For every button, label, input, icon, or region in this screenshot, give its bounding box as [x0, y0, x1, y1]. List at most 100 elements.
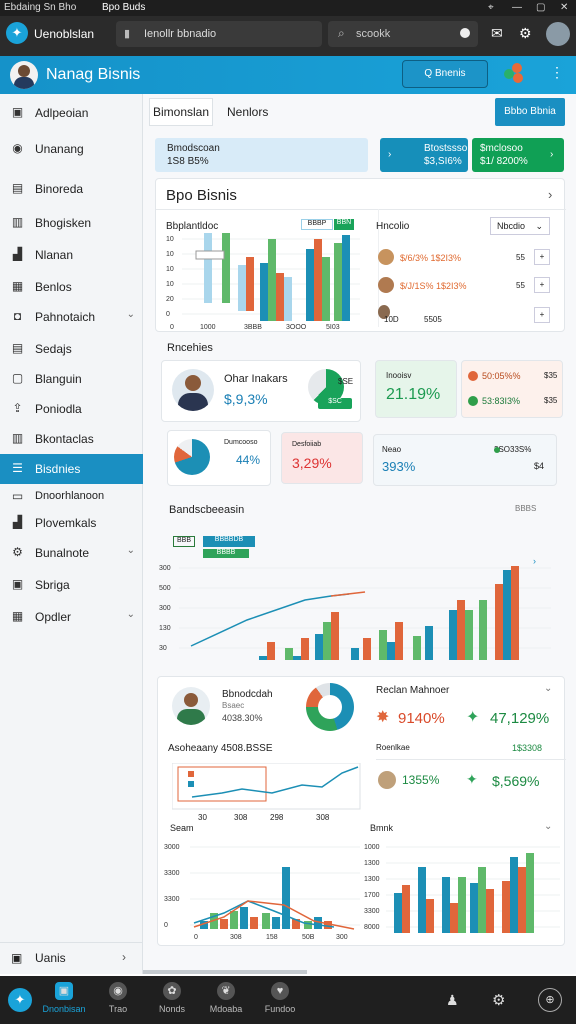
kpi-card-3[interactable]: $mclosoo $1/ 8200% › — [472, 138, 564, 172]
bar — [395, 622, 403, 660]
bar — [276, 273, 284, 321]
taskbar-item[interactable]: ✿ Nonds — [142, 982, 202, 1014]
sidebar-item[interactable]: ▟ Plovemkals — [0, 508, 143, 538]
sidebar-item[interactable]: ▢ Blanguin — [0, 364, 143, 394]
horizontal-scrollbar[interactable] — [143, 970, 307, 974]
bar — [479, 600, 487, 660]
sidebar-item[interactable]: ⚙ Bunalnote ⌄ — [0, 538, 143, 568]
chevron-down-icon: ⌄ — [126, 545, 135, 556]
bar — [426, 899, 434, 933]
sidebar: ▣ Adlpeoian ◉ Unanang ▤ Binoreda ▥ Bhogisken ▟ Nl… — [0, 94, 143, 974]
stat-card-3[interactable]: 50:05%% $35 53:83I3% $35 — [461, 360, 563, 418]
sidebar-item[interactable]: ▤ Sedajs — [0, 334, 143, 364]
stat-card-5[interactable]: Desfoiiab 3,29% — [281, 432, 363, 484]
settings-icon[interactable]: ⚙ — [519, 25, 532, 42]
avatar — [378, 771, 396, 789]
x-tick-label: 158 — [266, 934, 278, 941]
stat-card-2[interactable]: Inooisv 21.19% — [375, 360, 457, 418]
user-avatar[interactable] — [10, 61, 38, 89]
settings-icon[interactable]: ⚙ — [492, 991, 505, 1009]
card-badge: $SE — [338, 377, 354, 386]
sidebar-item[interactable]: ▦ Opdler ⌄ — [0, 602, 143, 632]
sidebar-item[interactable]: ▥ Bkontaclas — [0, 424, 143, 454]
maximize-icon[interactable]: ▢ — [536, 2, 545, 13]
pie-chart — [174, 439, 210, 475]
taskbar-item[interactable]: ♥ Fundoo — [250, 982, 310, 1014]
list-item[interactable]: $/J/1S% 1$2I3% 55 + — [376, 277, 556, 297]
panel-link[interactable]: BBBS — [515, 504, 536, 513]
bar — [418, 867, 426, 933]
avatar[interactable] — [546, 22, 570, 46]
stat-card-4[interactable]: Dumcooso 44% — [167, 430, 271, 486]
add-icon[interactable]: + — [534, 249, 550, 265]
sidebar-item[interactable]: ☰ Bisdnies — [0, 454, 143, 484]
side-title: Hncolio — [376, 221, 410, 232]
tab-nenlors[interactable]: Nenlors — [227, 105, 268, 119]
chevron-down-icon[interactable]: ⌄ — [544, 821, 552, 832]
legend-badge: BBBBDB — [203, 536, 255, 547]
list-icon: ☰ — [12, 461, 23, 475]
minimize-icon[interactable]: — — [512, 2, 522, 13]
sidebar-item[interactable]: ◘ Pahnotaich ⌄ — [0, 302, 143, 332]
right-title: Reclan Mahnoer — [376, 685, 450, 696]
add-icon[interactable]: + — [534, 307, 550, 323]
more-icon[interactable]: ⋮ — [550, 64, 564, 81]
legend-badge: BBB — [173, 536, 195, 547]
person-icon[interactable]: ♟ — [446, 992, 459, 1009]
sidebar-item[interactable]: ▣ Sbriga — [0, 570, 143, 600]
add-icon[interactable]: + — [534, 277, 550, 293]
kpi-card-1[interactable]: Bmodscoan 1S8 B5% — [155, 138, 368, 172]
chevron-down-icon[interactable]: ⌄ — [544, 683, 552, 694]
y-tick-label: 3300 — [164, 870, 180, 877]
sidebar-item[interactable]: ▭ Dnoorhlanoon — [0, 486, 143, 508]
puzzle-icon[interactable] — [504, 63, 526, 85]
close-icon[interactable]: ✕ — [560, 2, 568, 13]
mic-icon[interactable] — [460, 28, 470, 38]
stat-card-6[interactable]: Neao 3SO33S% 393% $4 — [373, 434, 557, 486]
sidebar-footer[interactable]: ▣ Uanis › — [0, 942, 143, 972]
trend-panel: BBB BBBBDB BBBB 300500300130305008308308… — [155, 522, 565, 662]
sidebar-item[interactable]: ◉ Unanang — [0, 134, 143, 164]
legend-swatch — [188, 771, 194, 777]
list-item[interactable]: $/6/3% 1$2I3% 55 + — [376, 249, 556, 269]
period-dropdown[interactable]: Nbcdio ⌄ — [490, 217, 550, 235]
primary-button[interactable]: Bbbo Bbnia — [495, 98, 565, 126]
chevron-right-icon: › — [550, 149, 554, 160]
leaf-icon: ❦ — [217, 982, 235, 1000]
avatar — [378, 249, 394, 265]
stat-card-1[interactable]: Ohar Inakars $,9,3% $SE $SC — [161, 360, 361, 422]
card-value: 21.19% — [386, 386, 441, 403]
app-header: Nanag Bisnis Q Bnenis ⋮ — [0, 56, 576, 94]
sidebar-item[interactable]: ▟ Nlanan — [0, 240, 143, 270]
sidebar-item[interactable]: ⇪ Poniodla — [0, 394, 143, 424]
search-input[interactable]: ⌕ scookk — [328, 21, 478, 47]
taskbar-item[interactable]: ▣ Dnonbisan — [34, 982, 94, 1014]
row-right-value: 1$3308 — [512, 743, 543, 753]
sidebar-item[interactable]: ▥ Bhogisken — [0, 208, 143, 238]
y-tick-label: 300 — [159, 565, 171, 572]
x-tick-label: 3BBB — [244, 324, 262, 329]
apps-icon[interactable]: ⊕ — [538, 988, 562, 1012]
kpi-card-2[interactable]: › Btostssso $3,SI6% — [380, 138, 468, 172]
pin-icon[interactable]: ⌖ — [488, 2, 494, 13]
chevron-right-icon[interactable]: › — [548, 187, 552, 202]
overview-panel: Bpo Bisnis › Bbplantldoc BBBP BBN 10 10 10… — [155, 178, 566, 332]
header-action-button[interactable]: Q Bnenis — [402, 60, 488, 88]
list-item-num: 55 — [516, 281, 525, 290]
tab-bimonslan[interactable]: Bimonslan — [149, 98, 213, 126]
card-label: Dumcooso — [224, 439, 258, 446]
taskbar-item[interactable]: ◉ Trao — [88, 982, 148, 1014]
card-row-text: 50:05%% — [482, 371, 521, 381]
sidebar-item[interactable]: ▦ Benlos — [0, 272, 143, 302]
kpi-3-label: $mclosoo — [480, 143, 523, 154]
app-logo-icon[interactable]: ✦ — [8, 988, 32, 1012]
address-bar[interactable]: ▮ Ienollr bbnadio — [116, 21, 322, 47]
taskbar-item[interactable]: ❦ Mdoaba — [196, 982, 256, 1014]
section-title: Bandscbeeasin — [169, 504, 245, 516]
sidebar-item[interactable]: ▣ Adlpeoian — [0, 98, 143, 128]
notification-icon[interactable]: ✉ — [491, 25, 503, 42]
chevron-right-icon: › — [122, 950, 126, 964]
sidebar-item[interactable]: ▤ Binoreda — [0, 174, 143, 204]
screen-icon: ▤ — [11, 181, 24, 195]
bar — [267, 642, 275, 660]
